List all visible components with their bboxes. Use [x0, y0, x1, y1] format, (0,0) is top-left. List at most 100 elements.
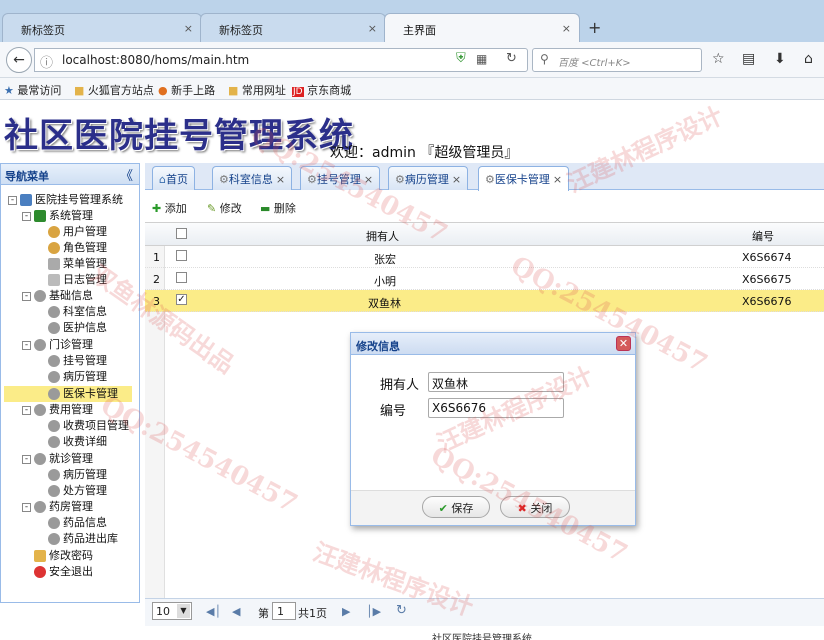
tree-toggle[interactable]: -: [22, 503, 31, 512]
tree-item-staff[interactable]: 医护信息: [48, 320, 107, 336]
tree-item-users[interactable]: 用户管理: [48, 224, 107, 240]
tab-home[interactable]: ⌂首页: [152, 166, 195, 190]
tree-toggle[interactable]: -: [22, 455, 31, 464]
row-checkbox[interactable]: [176, 250, 187, 261]
delete-button[interactable]: ▬ 删除: [260, 200, 296, 216]
table-row[interactable]: [145, 246, 824, 268]
tab-registration[interactable]: ⚙挂号管理 ×: [300, 166, 381, 190]
back-button[interactable]: ←: [6, 47, 32, 73]
bookmark-most-visited[interactable]: ★ 最常访问: [4, 82, 61, 98]
browser-tab-1[interactable]: 新标签页 ×: [2, 13, 202, 43]
tab-insurance-card[interactable]: ⚙医保卡管理 ×: [478, 166, 570, 191]
tree-item-registration[interactable]: 挂号管理: [48, 353, 107, 369]
add-button[interactable]: ✚ 添加: [152, 200, 187, 216]
gear-icon: [48, 420, 60, 432]
tree-item-roles[interactable]: 角色管理: [48, 240, 107, 256]
download-icon[interactable]: ⬇: [774, 51, 786, 67]
code-cell: X6S6675: [742, 273, 792, 286]
browser-tab-active[interactable]: 主界面 ×: [384, 13, 580, 43]
gear-icon: [34, 404, 46, 416]
bookmark-common-sites[interactable]: ■ 常用网址: [228, 82, 286, 98]
tree-item-records[interactable]: 病历管理: [48, 369, 107, 385]
table-row-selected[interactable]: [145, 290, 824, 312]
tree-item-visit-records[interactable]: 病历管理: [48, 467, 107, 483]
cancel-button[interactable]: ✖ 关闭: [500, 496, 570, 518]
shield-icon[interactable]: ⛨: [456, 51, 466, 66]
tree-item-logout[interactable]: 安全退出: [34, 564, 93, 580]
grid-header: [145, 222, 824, 246]
select-all-checkbox[interactable]: [176, 228, 187, 239]
gear-icon: ⚙: [485, 173, 495, 186]
code-field[interactable]: X6S6676: [428, 398, 564, 418]
close-icon[interactable]: ×: [562, 22, 571, 35]
bookmark-jd-mall[interactable]: JD 京东商城: [292, 82, 351, 98]
gear-icon: [48, 517, 60, 529]
bookmark-firefox-site[interactable]: ■ 火狐官方站点: [74, 82, 154, 98]
table-row[interactable]: [145, 268, 824, 290]
tree-group-basic[interactable]: 基础信息: [34, 288, 93, 304]
tree-toggle[interactable]: -: [22, 292, 31, 301]
prev-page-icon[interactable]: ◀: [232, 605, 240, 618]
dialog-close-button[interactable]: ✕: [616, 336, 631, 351]
page-size-select[interactable]: 10 ▼: [152, 602, 192, 620]
refresh-icon[interactable]: ↻: [396, 603, 407, 618]
save-button[interactable]: ✔ 保存: [422, 496, 490, 518]
tree-item-prescriptions[interactable]: 处方管理: [48, 483, 107, 499]
close-icon[interactable]: ×: [184, 22, 193, 35]
tree-toggle[interactable]: -: [8, 196, 17, 205]
tree-item-fee-details[interactable]: 收费详细: [48, 434, 107, 450]
edit-button[interactable]: ✎ 修改: [207, 200, 242, 216]
gear-icon: [48, 436, 60, 448]
tree-toggle[interactable]: -: [22, 212, 31, 221]
close-icon[interactable]: ×: [276, 173, 285, 186]
tree-group-visits[interactable]: 就诊管理: [34, 451, 93, 467]
tree-item-insurance-card[interactable]: 医保卡管理: [4, 386, 132, 402]
tab-departments[interactable]: ⚙科室信息 ×: [212, 166, 293, 190]
browser-tab-2[interactable]: 新标签页 ×: [200, 13, 386, 43]
collapse-icon[interactable]: 《: [120, 165, 133, 184]
reload-icon[interactable]: ↻: [506, 51, 517, 66]
close-icon[interactable]: ×: [364, 173, 373, 186]
first-page-icon[interactable]: ◀│: [206, 605, 221, 618]
page-number-input[interactable]: 1: [272, 602, 296, 620]
close-icon[interactable]: ×: [553, 173, 562, 186]
browser-tab-label: 新标签页: [219, 24, 263, 37]
last-page-icon[interactable]: │▶: [366, 605, 381, 618]
row-checkbox-checked[interactable]: ✓: [176, 294, 187, 305]
tree-item-fee-items[interactable]: 收费项目管理: [48, 418, 129, 434]
tree-group-system[interactable]: 系统管理: [34, 208, 93, 224]
grid-toolbar: [145, 196, 824, 220]
tree-item-drug-stock[interactable]: 药品进出库: [48, 531, 118, 547]
tree-toggle[interactable]: -: [22, 406, 31, 415]
reading-list-icon[interactable]: ▤: [742, 51, 755, 67]
column-header-owner: 拥有人: [366, 230, 399, 243]
home-icon[interactable]: ⌂: [804, 51, 813, 67]
owner-field[interactable]: 双鱼林: [428, 372, 564, 392]
tree-item-departments[interactable]: 科室信息: [48, 304, 107, 320]
close-icon[interactable]: ×: [368, 22, 377, 35]
tab-records[interactable]: ⚙病历管理 ×: [388, 166, 469, 190]
tree-group-pharmacy[interactable]: 药房管理: [34, 499, 93, 515]
bookmark-star-icon[interactable]: ☆: [712, 51, 725, 67]
tree-item-change-password[interactable]: 修改密码: [34, 548, 93, 564]
row-checkbox[interactable]: [176, 272, 187, 283]
close-icon: ✖: [517, 502, 527, 515]
tree-item-logs[interactable]: 日志管理: [48, 272, 107, 288]
gear-icon: ⚙: [395, 173, 405, 186]
next-page-icon[interactable]: ▶: [342, 605, 350, 618]
tree-root[interactable]: 医院挂号管理系统: [20, 192, 123, 208]
tree-toggle[interactable]: -: [22, 341, 31, 350]
new-tab-button[interactable]: +: [588, 18, 601, 37]
tree-item-drugs[interactable]: 药品信息: [48, 515, 107, 531]
gear-icon: [48, 306, 60, 318]
tree-item-menus[interactable]: 菜单管理: [48, 256, 107, 272]
gear-icon: [34, 339, 46, 351]
tree-group-fees[interactable]: 费用管理: [34, 402, 93, 418]
owner-cell: 小明: [374, 275, 396, 288]
close-icon[interactable]: ×: [452, 173, 461, 186]
owner-cell: 双鱼林: [368, 297, 401, 310]
info-icon[interactable]: ⓘ: [40, 52, 53, 71]
qr-code-icon[interactable]: ▦: [476, 52, 487, 66]
bookmark-getting-started[interactable]: ● 新手上路: [158, 82, 215, 98]
tree-group-outpatient[interactable]: 门诊管理: [34, 337, 93, 353]
